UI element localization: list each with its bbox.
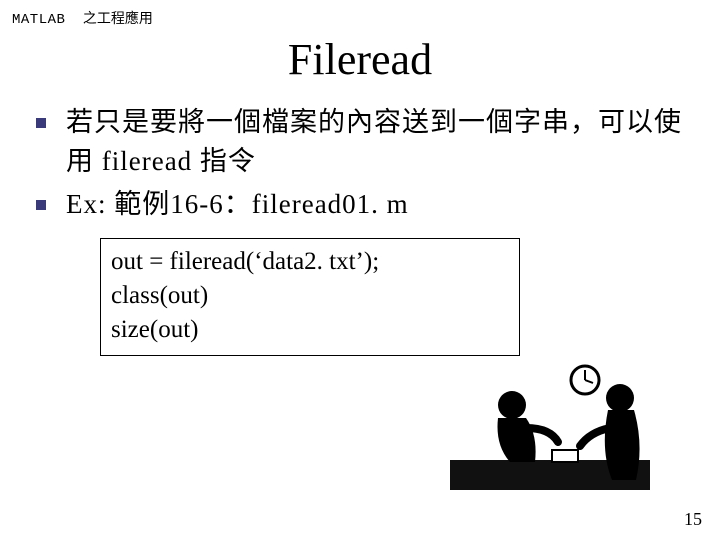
code-box: out = fileread(‘data2. txt’); class(out)… <box>100 238 520 355</box>
clipart-office-conversation <box>440 350 660 500</box>
code-line: out = fileread(‘data2. txt’); <box>111 245 509 279</box>
bullet-list: 若只是要將一個檔案的內容送到一個字串，可以使用 fileread 指令 Ex: … <box>66 103 690 224</box>
bullet-item: 若只是要將一個檔案的內容送到一個字串，可以使用 fileread 指令 <box>66 103 690 181</box>
bullet-item: Ex: 範例16-6：fileread01. m <box>66 185 690 224</box>
header-subtitle: 之工程應用 <box>83 12 153 27</box>
page-number: 15 <box>684 509 702 530</box>
slide-title: Fileread <box>12 34 708 85</box>
slide: MATLAB 之工程應用 Fileread 若只是要將一個檔案的內容送到一個字串… <box>0 0 720 540</box>
slide-header: MATLAB 之工程應用 <box>12 8 708 28</box>
clipart-icon <box>440 350 660 500</box>
header-label: MATLAB <box>12 12 65 28</box>
code-line: size(out) <box>111 313 509 347</box>
code-line: class(out) <box>111 279 509 313</box>
